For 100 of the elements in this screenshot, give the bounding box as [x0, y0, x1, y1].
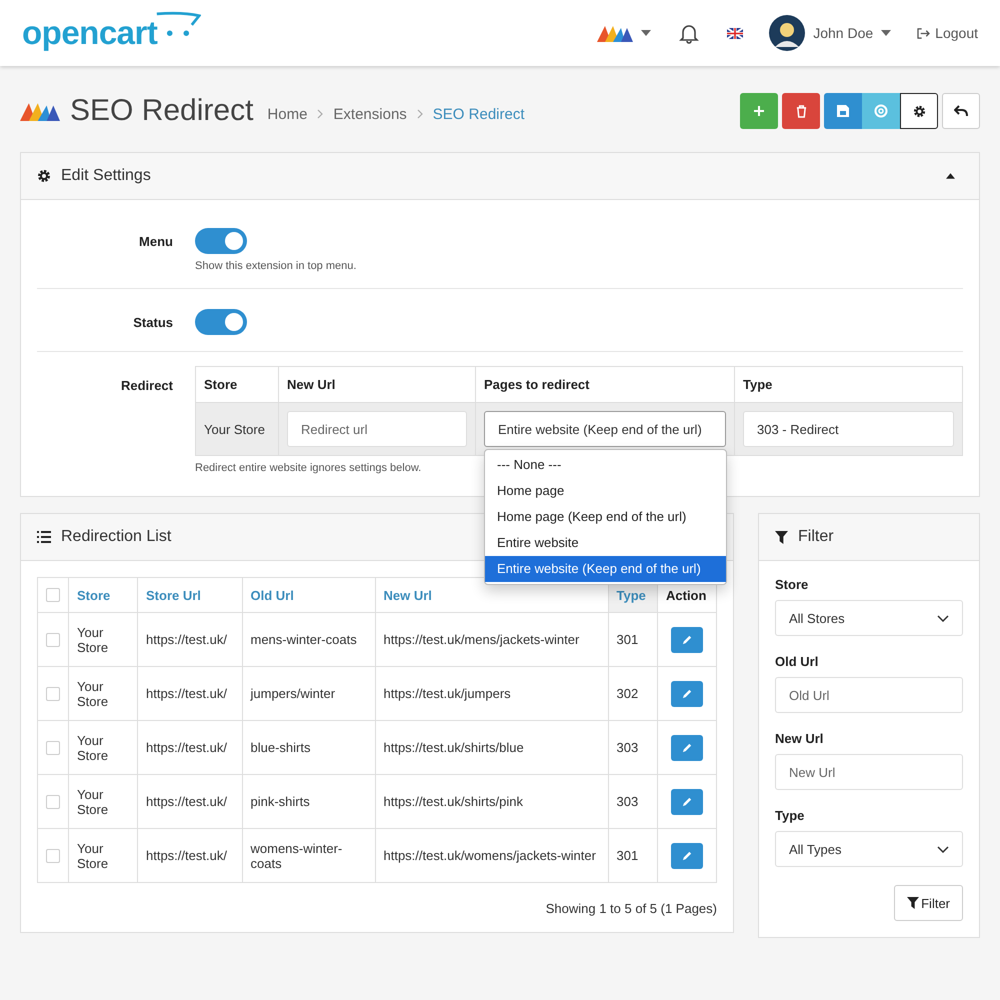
table-cell: Your Store — [68, 720, 138, 774]
column-header: Store — [196, 366, 278, 402]
settings-icon — [912, 104, 926, 118]
collapse-caret-icon[interactable] — [946, 173, 955, 179]
edit-button[interactable] — [671, 788, 703, 814]
field-label: Type — [775, 808, 806, 823]
column-header: Pages to redirect — [476, 366, 734, 402]
trash-icon — [796, 104, 806, 118]
checkbox[interactable] — [46, 794, 60, 808]
add-button[interactable] — [740, 93, 778, 129]
field-label: New Url — [775, 731, 824, 746]
field-label: Redirect — [120, 377, 174, 395]
dropdown-option[interactable]: --- None --- — [485, 452, 726, 478]
help-text: Show this extension in top menu. — [195, 260, 356, 272]
pencil-icon — [682, 634, 692, 645]
breadcrumb-link[interactable]: Home — [267, 106, 308, 122]
sort-link[interactable]: Store — [68, 578, 138, 612]
dropdown-option[interactable]: Entire website — [485, 530, 726, 556]
dropdown-option[interactable]: Home page — [485, 478, 726, 504]
avatar-icon — [769, 15, 806, 51]
edit-button[interactable] — [671, 680, 703, 706]
input-field[interactable]: New Url — [775, 754, 963, 790]
dropdown-option[interactable]: Entire website (Keep end of the url) — [485, 556, 726, 582]
column-header: New Url — [278, 366, 476, 402]
table-cell: https://test.uk/ — [138, 828, 242, 882]
brand-menu[interactable] — [597, 24, 652, 42]
table-cell: Your Store — [68, 828, 138, 882]
select-field[interactable]: Entire website (Keep end of the url) — [484, 411, 726, 447]
checkbox[interactable] — [46, 632, 60, 646]
select-field[interactable]: All Types — [775, 831, 963, 867]
table-cell: https://test.uk/mens/jackets-winter — [375, 612, 608, 666]
panel-title: Filter — [798, 528, 834, 546]
list-icon — [37, 531, 51, 543]
logout-icon — [917, 28, 930, 38]
pencil-icon — [682, 742, 692, 753]
brand-icon — [597, 24, 634, 42]
select-field[interactable]: All Stores — [775, 600, 963, 636]
breadcrumb-separator-icon — [317, 109, 324, 119]
checkbox[interactable] — [46, 740, 60, 754]
table-cell: 303 — [608, 720, 658, 774]
user-menu[interactable]: John Doe — [769, 15, 892, 51]
panel-title: Edit Settings — [61, 167, 151, 185]
caret-icon — [881, 30, 892, 36]
field-label: Old Url — [775, 654, 820, 669]
table-cell: https://test.uk/ — [138, 612, 242, 666]
table-cell: 302 — [608, 666, 658, 720]
table-cell: https://test.uk/ — [138, 720, 242, 774]
sort-link[interactable]: Old Url — [242, 578, 375, 612]
pencil-icon — [682, 688, 692, 699]
breadcrumb-link[interactable]: Extensions — [333, 106, 407, 122]
checkbox[interactable] — [46, 848, 60, 862]
settings-button[interactable] — [900, 93, 938, 129]
table-cell: 301 — [608, 828, 658, 882]
help-text: Redirect entire website ignores settings below. — [195, 462, 422, 474]
brand-icon — [20, 101, 60, 121]
table-cell: blue-shirts — [242, 720, 375, 774]
table-cell: pink-shirts — [242, 774, 375, 828]
table-cell: https://test.uk/shirts/blue — [375, 720, 608, 774]
checkbox[interactable] — [46, 588, 60, 602]
table-cell: jumpers/winter — [242, 666, 375, 720]
table-cell: Your Store — [196, 402, 278, 456]
table-cell: Your Store — [68, 666, 138, 720]
toggle-switch[interactable] — [195, 228, 247, 254]
plus-icon — [753, 105, 765, 117]
dropdown-option[interactable]: Home page (Keep end of the url) — [485, 504, 726, 530]
table-cell: https://test.uk/ — [138, 666, 242, 720]
panel-title: Redirection List — [61, 528, 172, 546]
edit-button[interactable] — [671, 626, 703, 652]
field-label: Menu — [138, 233, 174, 251]
save-button[interactable] — [824, 93, 862, 129]
checkbox[interactable] — [46, 686, 60, 700]
table-cell: https://test.uk/jumpers — [375, 666, 608, 720]
filter-button[interactable]: Filter — [894, 885, 963, 921]
sort-link[interactable]: New Url — [375, 578, 608, 612]
chevron-down-icon — [937, 614, 949, 622]
table-cell: Your Store — [68, 774, 138, 828]
toggle-switch[interactable] — [195, 309, 247, 335]
pencil-icon — [682, 796, 692, 807]
sort-link[interactable]: Store Url — [138, 578, 242, 612]
select-field[interactable]: 303 - Redirect — [743, 411, 954, 447]
table-cell: https://test.uk/womens/jackets-winter — [375, 828, 608, 882]
funnel-icon — [907, 897, 920, 909]
lifebuoy-icon — [874, 104, 888, 118]
chevron-down-icon — [937, 846, 949, 852]
logout-link[interactable]: Logout — [917, 25, 978, 41]
funnel-icon — [775, 530, 788, 544]
table-cell: Your Store — [68, 612, 138, 666]
edit-button[interactable] — [671, 842, 703, 868]
input-field[interactable]: Old Url — [775, 677, 963, 713]
delete-button[interactable] — [782, 93, 820, 129]
table-cell: https://test.uk/ — [138, 774, 242, 828]
page-title: SEO Redirect — [70, 94, 254, 128]
table-cell: 303 — [608, 774, 658, 828]
table-cell: mens-winter-coats — [242, 612, 375, 666]
input-field[interactable]: Redirect url — [287, 411, 467, 447]
table-cell: womens-winter-coats — [242, 828, 375, 882]
back-button[interactable] — [942, 93, 980, 129]
flag-icon[interactable] — [727, 28, 744, 38]
table-cell: https://test.uk/shirts/pink — [375, 774, 608, 828]
edit-button[interactable] — [671, 734, 703, 760]
